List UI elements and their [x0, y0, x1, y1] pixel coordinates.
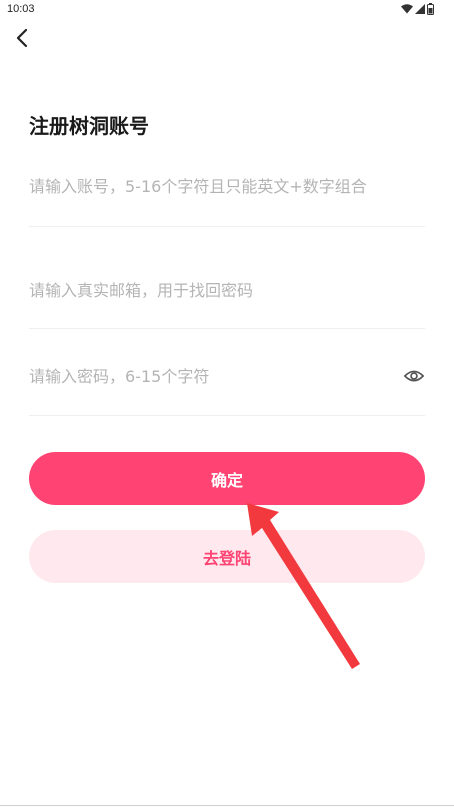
- password-field: [29, 361, 425, 416]
- wifi-icon: [401, 4, 413, 14]
- page-title: 注册树洞账号: [29, 114, 149, 138]
- password-input[interactable]: [29, 361, 389, 391]
- battery-icon: [427, 3, 434, 15]
- status-bar: 10:03: [0, 0, 454, 20]
- bottom-divider: [0, 805, 454, 806]
- email-input[interactable]: [29, 275, 389, 305]
- signal-icon: [415, 4, 425, 14]
- account-field: [29, 171, 425, 227]
- eye-icon[interactable]: [403, 365, 425, 387]
- go-login-button[interactable]: 去登陆: [29, 530, 425, 583]
- confirm-button[interactable]: 确定: [29, 452, 425, 505]
- go-login-button-label: 去登陆: [202, 548, 251, 568]
- chevron-left-icon: [16, 28, 28, 48]
- email-field: [29, 275, 425, 329]
- confirm-button-label: 确定: [210, 470, 243, 490]
- account-input[interactable]: [29, 171, 389, 201]
- back-button[interactable]: [8, 24, 36, 52]
- status-time: 10:03: [7, 3, 35, 15]
- status-icons: [401, 3, 434, 15]
